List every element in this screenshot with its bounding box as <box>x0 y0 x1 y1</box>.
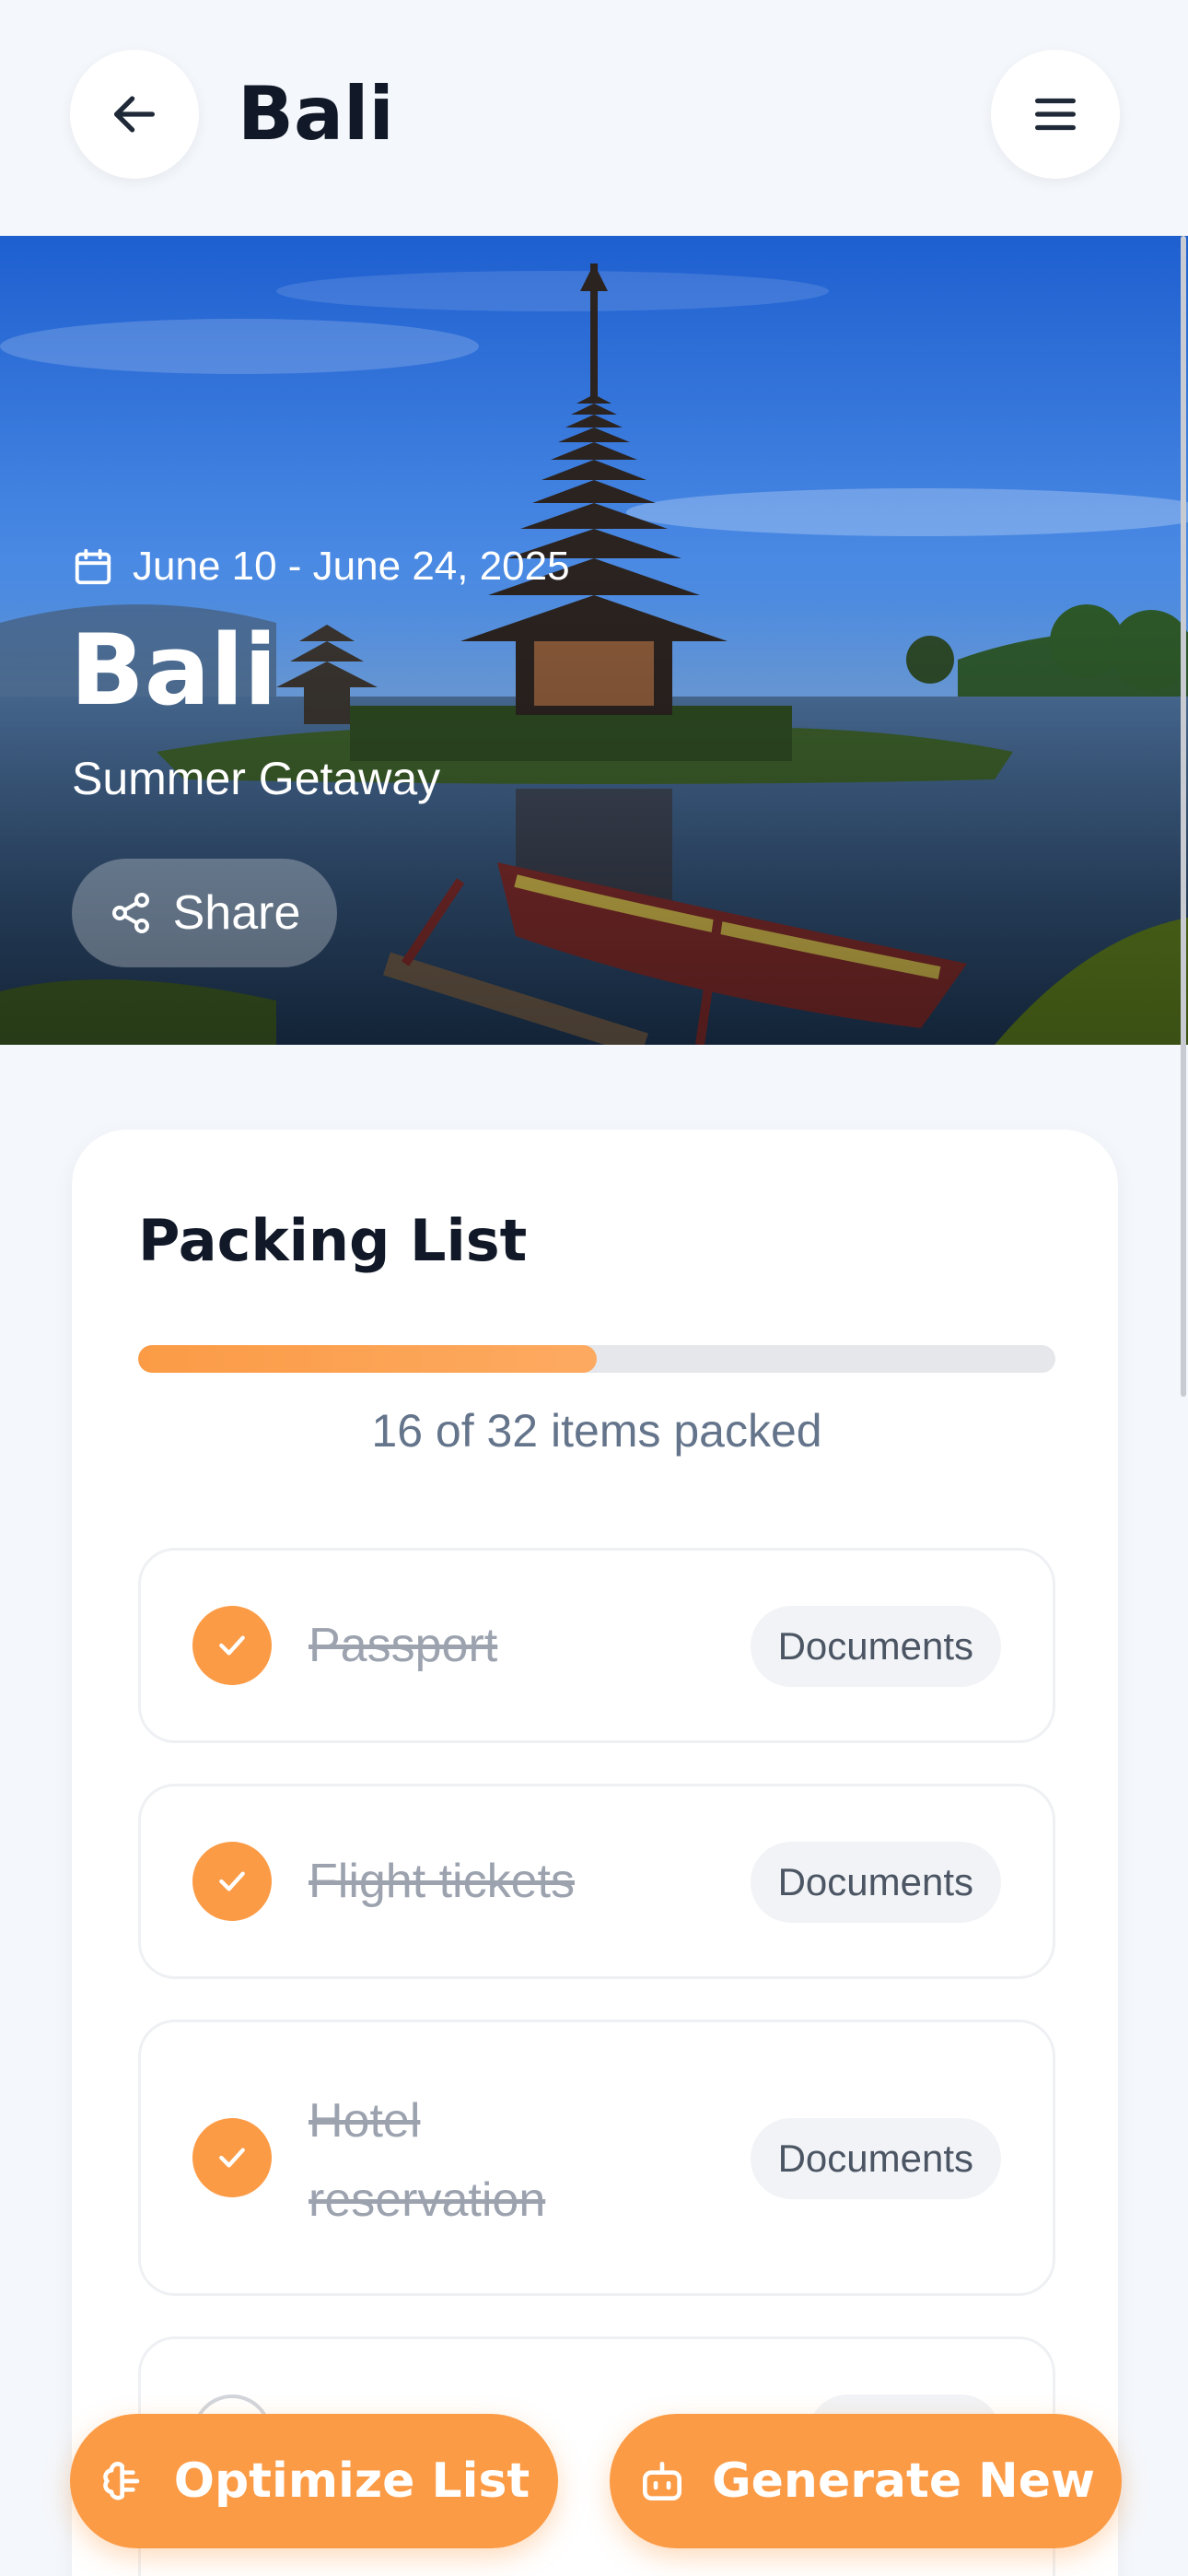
arrow-left-icon <box>114 96 155 133</box>
top-bar: Bali <box>0 0 1188 236</box>
item-name: Passport <box>309 1619 498 1672</box>
item-checkbox[interactable] <box>192 2118 272 2197</box>
robot-icon <box>642 2462 681 2500</box>
item-category-tag: Documents <box>750 2118 1001 2199</box>
trip-title: Bali <box>70 614 277 727</box>
share-label: Share <box>172 886 301 940</box>
brain-icon <box>102 2462 140 2500</box>
trip-subtitle: Summer Getaway <box>72 753 441 804</box>
item-category-tag: Documents <box>750 1842 1001 1923</box>
menu-button[interactable] <box>991 50 1120 179</box>
item-name: Flight tickets <box>309 1855 575 1908</box>
packing-item[interactable]: Passport Documents <box>138 1548 1055 1743</box>
page-title: Bali <box>238 71 394 157</box>
hero-banner: June 10 - June 24, 2025 Bali Summer Geta… <box>0 236 1188 1045</box>
back-button[interactable] <box>70 50 199 179</box>
trip-dates-text: June 10 - June 24, 2025 <box>133 544 570 589</box>
menu-icon <box>1035 98 1076 131</box>
packing-item[interactable]: Flight tickets Documents <box>138 1784 1055 1979</box>
optimize-list-button[interactable]: Optimize List <box>70 2414 558 2548</box>
check-icon <box>219 1635 245 1656</box>
calendar-icon <box>75 548 111 585</box>
packing-progress-bar <box>138 1345 1055 1373</box>
trip-dates: June 10 - June 24, 2025 <box>72 544 570 590</box>
packing-progress-fill <box>138 1345 597 1373</box>
packing-list-title: Packing List <box>138 1207 528 1274</box>
trip-detail-screen: Bali June 10 - June 24, 2025 Bali Summer… <box>0 0 1188 2576</box>
optimize-list-label: Optimize List <box>173 2453 530 2509</box>
generate-new-label: Generate New <box>711 2453 1096 2509</box>
packing-list-card: Packing List 16 of 32 items packed Passp… <box>72 1130 1118 2576</box>
generate-new-button[interactable]: Generate New <box>610 2414 1122 2548</box>
packing-progress-text: 16 of 32 items packed <box>371 1405 822 1457</box>
packing-item[interactable]: Hotel reservation Documents <box>138 2020 1055 2296</box>
scrollbar[interactable] <box>1181 236 1186 1397</box>
item-checkbox[interactable] <box>192 1842 272 1921</box>
item-category-tag: Documents <box>750 1606 1001 1687</box>
share-icon <box>111 893 149 933</box>
item-checkbox[interactable] <box>192 1606 272 1685</box>
share-button[interactable]: Share <box>72 859 337 967</box>
item-name: Hotel reservation <box>309 2094 546 2227</box>
check-icon <box>219 2148 245 2168</box>
check-icon <box>219 1871 245 1891</box>
